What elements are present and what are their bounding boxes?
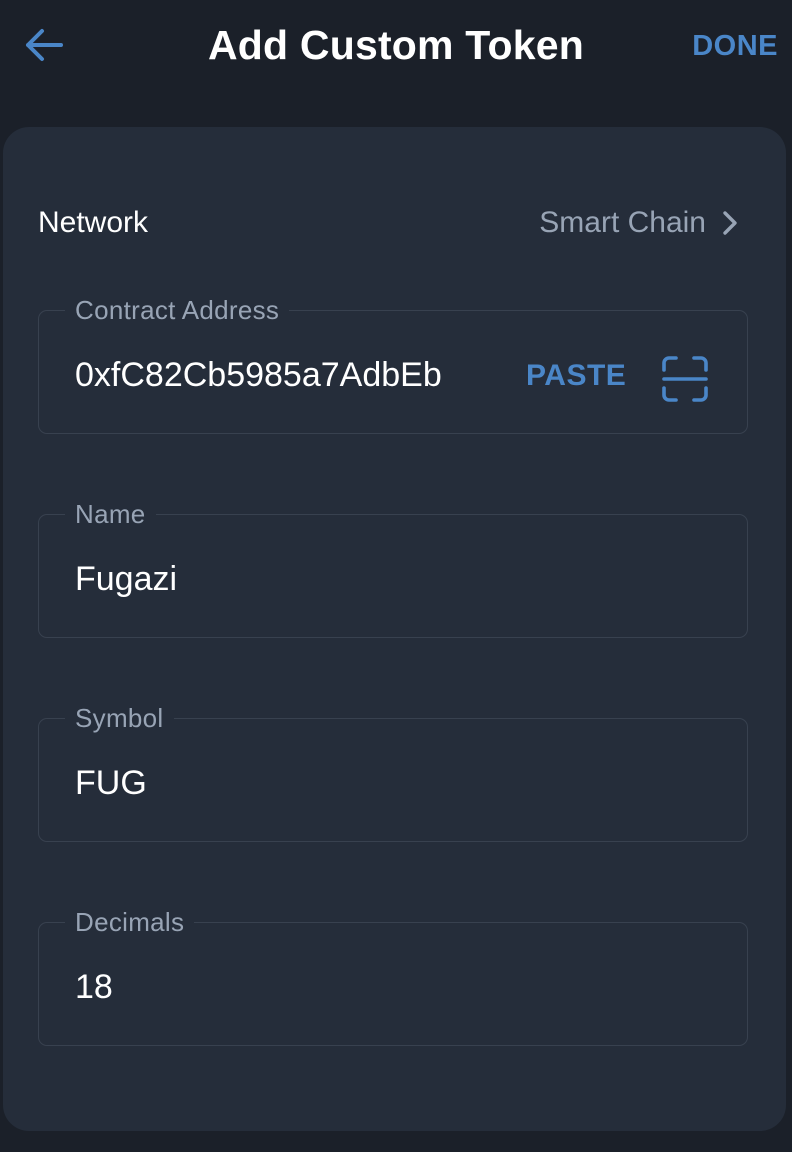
decimals-field: Decimals 18 [38,906,748,1046]
scan-button[interactable] [661,355,709,403]
network-value: Smart Chain [539,206,706,239]
network-value-group: Smart Chain [539,206,738,240]
decimals-input[interactable]: 18 [75,967,113,1007]
contract-address-label: Contract Address [65,294,290,326]
token-form-card: Network Smart Chain Contract Address 0xf… [3,127,786,1131]
symbol-input[interactable]: FUG [75,763,147,803]
top-bar: Add Custom Token DONE [0,0,792,100]
qr-scan-icon [662,356,708,402]
paste-button[interactable]: PASTE [526,359,626,393]
symbol-field: Symbol FUG [38,702,748,842]
page-title: Add Custom Token [208,22,584,68]
network-selector[interactable]: Network Smart Chain [38,195,738,251]
done-button[interactable]: DONE [692,30,778,63]
name-label: Name [65,498,156,530]
contract-address-input[interactable]: 0xfC82Cb5985a7AdbEb [75,355,459,395]
network-label: Network [38,206,149,239]
contract-address-field: Contract Address 0xfC82Cb5985a7AdbEb PAS… [38,294,748,434]
decimals-label: Decimals [65,906,195,938]
name-field: Name Fugazi [38,498,748,638]
add-custom-token-screen: Add Custom Token DONE Network Smart Chai… [0,0,792,1152]
chevron-right-icon [723,211,737,235]
name-input[interactable]: Fugazi [75,559,177,599]
symbol-label: Symbol [65,702,174,734]
